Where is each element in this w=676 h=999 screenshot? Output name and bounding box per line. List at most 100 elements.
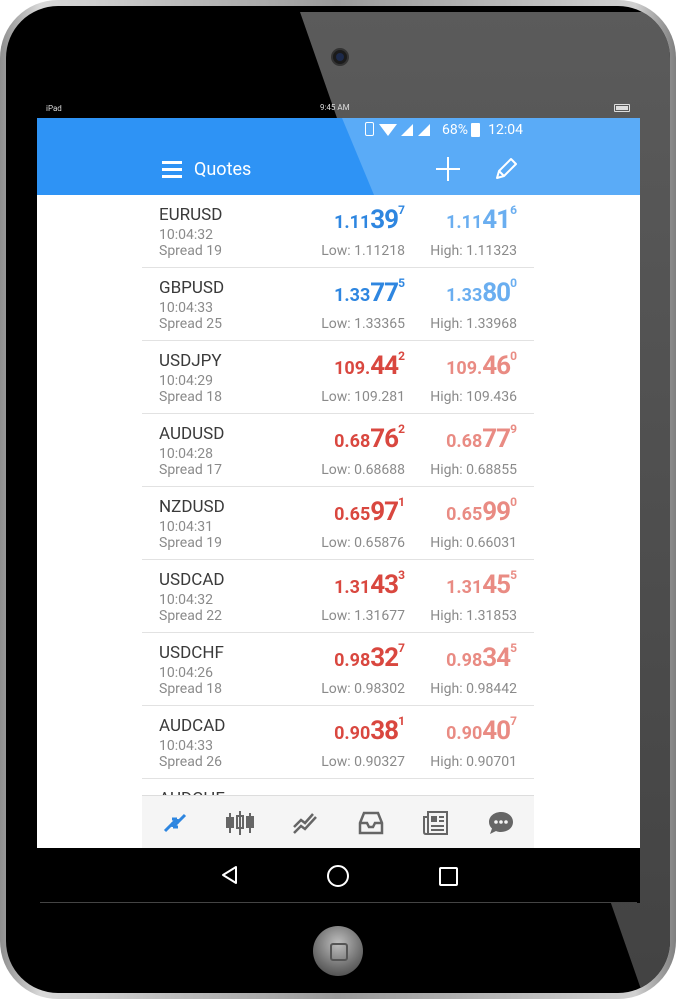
symbol-name: AUDUSD — [159, 424, 225, 444]
chart-icon — [225, 810, 254, 835]
low-price: Low: 0.65876 — [321, 535, 405, 551]
quote-spread: Spread 26 — [159, 754, 222, 770]
quote-spread: Spread 18 — [159, 681, 222, 697]
tab-messages[interactable] — [479, 803, 523, 843]
bid-price: 0.68762 — [334, 422, 405, 454]
ipad-home-button[interactable] — [313, 926, 363, 976]
symbol-name: USDCAD — [159, 570, 225, 590]
high-price: High: 1.31853 — [430, 608, 517, 624]
low-price: Low: 0.98302 — [321, 681, 405, 697]
symbol-name: EURUSD — [159, 205, 223, 225]
messages-icon — [489, 811, 514, 834]
tab-chart[interactable] — [218, 803, 262, 843]
ask-price: 0.65990 — [446, 495, 517, 527]
symbol-name: USDCHF — [159, 643, 224, 663]
battery-icon — [471, 123, 480, 137]
ask-price: 109.460 — [446, 349, 517, 381]
bid-price: 1.11397 — [334, 203, 405, 235]
recent-apps-icon[interactable] — [439, 867, 458, 886]
quote-row[interactable]: USDJPY 10:04:29 Spread 18 109.442 109.46… — [142, 341, 534, 414]
app-header: 68% 12:04 Quotes — [37, 118, 640, 195]
android-status-bar: 12:04 — [488, 118, 640, 143]
symbol-name: AUDCAD — [159, 716, 226, 736]
page-title: Quotes — [194, 159, 252, 180]
bid-price: 0.65971 — [334, 495, 405, 527]
trade-icon — [293, 812, 318, 834]
back-icon[interactable] — [220, 865, 240, 885]
quote-time: 10:04:31 — [159, 519, 213, 535]
bid-price: 0.98327 — [334, 641, 405, 673]
quotes-icon — [163, 813, 186, 832]
ask-price: 1.11416 — [446, 203, 517, 235]
quote-time: 10:04:26 — [159, 665, 213, 681]
high-price: High: 0.90701 — [430, 754, 517, 770]
quote-spread: Spread 22 — [159, 608, 222, 624]
ask-price: 1.31455 — [446, 568, 517, 600]
home-icon[interactable] — [327, 865, 349, 887]
ipad-carrier: iPad — [46, 104, 62, 113]
symbol-name: USDJPY — [159, 351, 222, 371]
history-icon — [358, 811, 383, 834]
ask-price: 1.33800 — [446, 276, 517, 308]
quote-time: 10:04:33 — [159, 738, 213, 754]
quote-time: 10:04:32 — [159, 592, 213, 608]
quote-row[interactable]: GBPUSD 10:04:33 Spread 25 1.33775 1.3380… — [142, 268, 534, 341]
edit-button[interactable] — [493, 156, 519, 182]
ask-price: 0.98345 — [446, 641, 517, 673]
quote-spread: Spread 18 — [159, 389, 222, 405]
ipad-time: 9:45 AM — [320, 103, 350, 112]
ipad-status-bar: iPad 9:45 AM — [37, 100, 640, 118]
high-price: High: 109.436 — [430, 389, 517, 405]
bid-price: 109.442 — [334, 349, 405, 381]
menu-icon[interactable] — [162, 161, 182, 178]
quote-spread: Spread 17 — [159, 462, 222, 478]
high-price: High: 0.98442 — [430, 681, 517, 697]
quote-row[interactable]: NZDUSD 10:04:31 Spread 19 0.65971 0.6599… — [142, 487, 534, 560]
quote-row[interactable]: AUDCHF — [142, 779, 534, 795]
quote-row[interactable]: USDCHF 10:04:26 Spread 18 0.98327 0.9834… — [142, 633, 534, 706]
quote-row[interactable]: EURUSD 10:04:32 Spread 19 1.11397 1.1141… — [142, 195, 534, 268]
high-price: High: 1.33968 — [430, 316, 517, 332]
ask-price: 0.90407 — [446, 714, 517, 746]
symbol-name: NZDUSD — [159, 497, 225, 517]
tab-quotes[interactable] — [153, 803, 197, 843]
quote-time: 10:04:28 — [159, 446, 213, 462]
divider — [40, 902, 637, 903]
quote-row[interactable]: AUDUSD 10:04:28 Spread 17 0.68762 0.6877… — [142, 414, 534, 487]
quote-spread: Spread 19 — [159, 243, 222, 259]
signal-icon — [401, 124, 413, 136]
ask-price: 0.68779 — [446, 422, 517, 454]
quote-spread: Spread 25 — [159, 316, 222, 332]
low-price: Low: 1.33365 — [321, 316, 405, 332]
status-clock: 12:04 — [488, 122, 523, 138]
tab-history[interactable] — [349, 803, 393, 843]
news-icon — [422, 810, 448, 835]
low-price: Low: 0.90327 — [321, 754, 405, 770]
tab-news[interactable] — [414, 803, 458, 843]
add-symbol-button[interactable] — [435, 156, 461, 182]
low-price: Low: 0.68688 — [321, 462, 405, 478]
quote-time: 10:04:29 — [159, 373, 213, 389]
app-screen: 68% 12:04 Quotes EURUSD 10:04:32 Spread … — [37, 118, 640, 848]
android-nav-bar — [37, 848, 640, 903]
camera — [331, 48, 349, 66]
high-price: High: 0.68855 — [430, 462, 517, 478]
low-price: Low: 1.11218 — [321, 243, 405, 259]
quote-time: 10:04:32 — [159, 227, 213, 243]
low-price: Low: 109.281 — [321, 389, 405, 405]
battery-icon — [614, 104, 630, 112]
high-price: High: 1.11323 — [430, 243, 517, 259]
quote-row[interactable]: AUDCAD 10:04:33 Spread 26 0.90381 0.9040… — [142, 706, 534, 779]
bid-price: 1.31433 — [334, 568, 405, 600]
low-price: Low: 1.31677 — [321, 608, 405, 624]
quote-spread: Spread 19 — [159, 535, 222, 551]
bid-price: 0.90381 — [334, 714, 405, 746]
bottom-tab-bar — [142, 795, 534, 848]
vibrate-icon — [365, 122, 374, 136]
quote-row[interactable]: USDCAD 10:04:32 Spread 22 1.31433 1.3145… — [142, 560, 534, 633]
battery-percent: 68% — [442, 122, 468, 138]
symbol-name: GBPUSD — [159, 278, 225, 298]
tab-trade[interactable] — [283, 803, 327, 843]
bid-price: 1.33775 — [334, 276, 405, 308]
quotes-list: EURUSD 10:04:32 Spread 19 1.11397 1.1141… — [142, 195, 534, 795]
